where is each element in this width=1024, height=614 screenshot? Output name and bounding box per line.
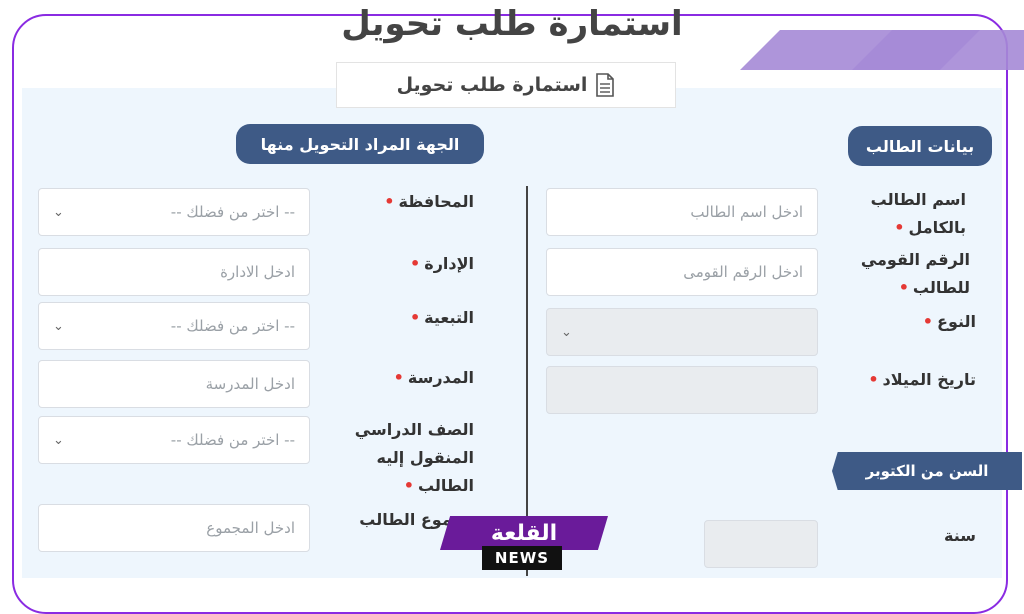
required-mark: • — [894, 218, 905, 237]
grade-label: الصف الدراسي المنقول إليه الطالب• — [340, 416, 474, 500]
required-mark: • — [898, 278, 909, 297]
full-name-label: اسم الطالب بالكامل• — [840, 186, 966, 242]
chevron-down-icon: ⌄ — [53, 204, 64, 220]
national-id-label-line2: للطالب — [912, 278, 970, 297]
birth-date-label-text: تاريخ الميلاد — [882, 370, 976, 389]
full-name-label-line2: بالكامل — [908, 218, 966, 237]
gender-label-text: النوع — [937, 312, 976, 331]
year-input[interactable] — [704, 520, 818, 568]
governorate-select-value: -- اختر من فضلك -- — [170, 203, 295, 221]
birth-date-label: تاريخ الميلاد• — [840, 366, 976, 394]
affiliation-select[interactable]: -- اختر من فضلك -- ⌄ — [38, 302, 310, 350]
required-mark: • — [393, 368, 404, 387]
full-name-label-line1: اسم الطالب — [870, 190, 966, 209]
governorate-label: المحافظة• — [350, 188, 474, 216]
school-input[interactable]: ادخل المدرسة — [38, 360, 310, 408]
origin-section-header-text: الجهة المراد التحويل منها — [260, 134, 460, 154]
administration-placeholder: ادخل الادارة — [220, 263, 295, 281]
grade-label-line1: الصف الدراسي — [354, 420, 474, 439]
required-mark: • — [922, 312, 934, 331]
administration-label: الإدارة• — [350, 250, 474, 278]
school-placeholder: ادخل المدرسة — [205, 375, 295, 393]
total-input[interactable]: ادخل المجموع — [38, 504, 310, 552]
national-id-input[interactable]: ادخل الرقم القومى — [546, 248, 818, 296]
grade-label-line3: الطالب — [417, 476, 474, 495]
page-title: استمارة طلب تحويل — [341, 4, 683, 44]
required-mark: • — [384, 192, 395, 211]
total-placeholder: ادخل المجموع — [206, 519, 295, 537]
national-id-placeholder: ادخل الرقم القومى — [683, 263, 803, 281]
governorate-select[interactable]: -- اختر من فضلك -- ⌄ — [38, 188, 310, 236]
watermark-news: NEWS — [482, 546, 562, 570]
school-label-text: المدرسة — [407, 368, 474, 387]
grade-select-value: -- اختر من فضلك -- — [170, 431, 295, 449]
national-id-label-line1: الرقم القومي — [860, 250, 970, 269]
gender-select[interactable]: ⌄ — [546, 308, 818, 356]
form-tab-label: استمارة طلب تحويل — [396, 74, 588, 96]
year-label-text: سنة — [944, 526, 976, 545]
required-mark: • — [403, 476, 414, 495]
student-section-header: بيانات الطالب — [848, 126, 992, 166]
birth-date-input[interactable] — [546, 366, 818, 414]
affiliation-select-value: -- اختر من فضلك -- — [170, 317, 295, 335]
year-label: سنة — [900, 522, 976, 550]
chevron-down-icon: ⌄ — [53, 432, 64, 448]
chevron-down-icon: ⌄ — [53, 318, 64, 334]
watermark-logo: القلعة — [440, 516, 608, 550]
gender-label: النوع• — [860, 308, 976, 336]
required-mark: • — [409, 308, 421, 327]
affiliation-label-text: التبعية — [424, 308, 474, 327]
grade-select[interactable]: -- اختر من فضلك -- ⌄ — [38, 416, 310, 464]
governorate-label-text: المحافظة — [398, 192, 474, 211]
age-ribbon-text: السن من الكتوبر — [865, 462, 989, 480]
required-mark: • — [868, 370, 879, 389]
administration-input[interactable]: ادخل الادارة — [38, 248, 310, 296]
chevron-down-icon: ⌄ — [561, 324, 572, 340]
national-id-label: الرقم القومي للطالب• — [840, 246, 970, 302]
age-ribbon: السن من الكتوبر — [832, 452, 1022, 490]
watermark-news-text: NEWS — [494, 549, 550, 567]
form-tab[interactable]: استمارة طلب تحويل — [336, 62, 676, 108]
required-mark: • — [410, 254, 421, 273]
school-label: المدرسة• — [350, 364, 474, 392]
affiliation-label: التبعية• — [350, 304, 474, 332]
administration-label-text: الإدارة — [424, 254, 474, 273]
document-icon — [596, 73, 615, 97]
full-name-input[interactable]: ادخل اسم الطالب — [546, 188, 818, 236]
student-section-header-text: بيانات الطالب — [865, 136, 975, 156]
full-name-placeholder: ادخل اسم الطالب — [690, 203, 803, 221]
grade-label-line2: المنقول إليه — [376, 448, 474, 467]
watermark-logo-text: القلعة — [490, 520, 558, 546]
origin-section-header: الجهة المراد التحويل منها — [236, 124, 484, 164]
